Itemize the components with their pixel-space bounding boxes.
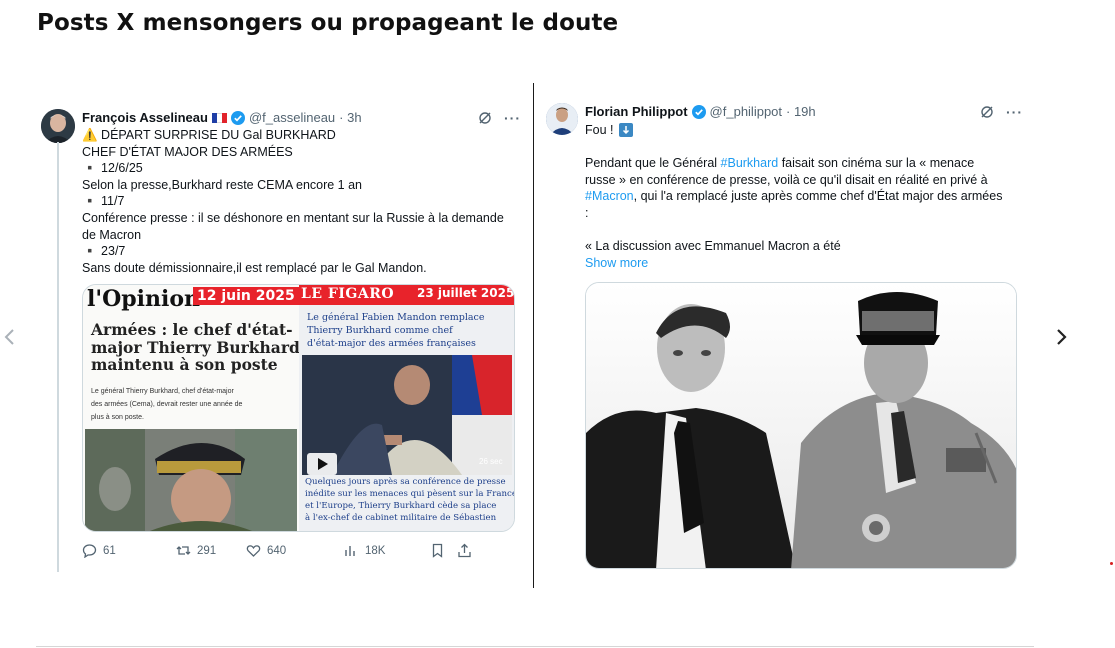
- show-more-link[interactable]: Show more: [585, 255, 1002, 272]
- opinion-article: l'Opinion 12 juin 2025 Armées : le chef …: [83, 285, 300, 531]
- share-icon: [458, 543, 471, 558]
- reply-icon: [82, 544, 97, 558]
- figaro-date: 23 juillet 2025: [417, 286, 515, 300]
- tweet-text-segment: faisait son cinéma sur la « menace: [781, 156, 975, 171]
- arrow-right-down-emoji-icon: [618, 123, 633, 138]
- tweet-line: Sans doute démissionnaire,il est remplac…: [82, 260, 427, 275]
- tweet-text-segment: Pendant que le Général: [585, 156, 718, 171]
- verified-badge-icon: [691, 104, 706, 119]
- more-icon[interactable]: ···: [504, 110, 521, 126]
- more-icon[interactable]: ···: [1006, 104, 1023, 120]
- figaro-headline: Le général Fabien Mandon remplace Thierr…: [307, 312, 485, 349]
- avatar[interactable]: [546, 103, 578, 135]
- figaro-logo: LE FIGARO: [301, 286, 395, 302]
- tweet-line: ▪️ 12/6/25: [82, 161, 143, 176]
- repost-count: 291: [197, 544, 217, 557]
- tweet-actions: 61 291 640 18K: [82, 543, 514, 558]
- play-button[interactable]: [307, 453, 337, 475]
- tweet-line: CHEF D'ÉTAT MAJOR DES ARMÉES: [82, 144, 293, 159]
- verified-badge-icon: [230, 110, 245, 125]
- hashtag-link[interactable]: #Macron: [585, 189, 634, 203]
- post-media[interactable]: l'Opinion 12 juin 2025 Armées : le chef …: [82, 284, 515, 532]
- tweet-line: :: [585, 205, 589, 220]
- author-handle[interactable]: @f_asselineau: [249, 110, 335, 125]
- author-handle[interactable]: @f_philippot: [710, 104, 782, 119]
- hashtag-link[interactable]: #Burkhard: [721, 156, 779, 170]
- author-name[interactable]: François Asselineau: [82, 110, 208, 125]
- heart-icon: [246, 545, 261, 557]
- opinion-subtitle: Le général Thierry Burkhard, chef d'état…: [91, 388, 243, 421]
- reply-count: 61: [103, 544, 116, 557]
- general-photo: [85, 429, 297, 531]
- bookmark-button[interactable]: [430, 543, 445, 558]
- tweet-body: ⚠️ DÉPART SURPRISE DU Gal BURKHARD CHEF …: [82, 127, 504, 276]
- tweet-line: russe » en conférence de presse, voilà c…: [585, 172, 988, 187]
- author-name[interactable]: Florian Philippot: [585, 104, 688, 119]
- chevron-right-icon[interactable]: [1052, 326, 1072, 348]
- thread-line: [57, 142, 59, 572]
- bookmark-icon: [432, 543, 443, 558]
- tweet-line: ▪️ 23/7: [82, 244, 126, 259]
- post-media[interactable]: [585, 282, 1017, 569]
- page-title: Posts X mensongers ou propageant le dout…: [37, 10, 619, 36]
- grok-icon[interactable]: [478, 111, 492, 125]
- like-button[interactable]: 640: [246, 543, 344, 558]
- figaro-article: LE FIGARO 23 juillet 2025 Le général Fab…: [299, 285, 515, 531]
- tweet-quote: « La discussion avec Emmanuel Macron a é…: [585, 239, 841, 254]
- reply-button[interactable]: 61: [82, 543, 154, 558]
- video-duration: 26 sec: [479, 457, 503, 466]
- tweet-body: Fou ! Pendant que le Général #Burkhard f…: [585, 122, 1002, 271]
- macron-burkhard-photo: [586, 283, 1016, 568]
- tweet-line: de Macron: [82, 227, 142, 242]
- marker-dot: [1110, 562, 1113, 565]
- grok-icon[interactable]: [980, 105, 994, 119]
- tweet-first-line: Fou !: [585, 123, 614, 137]
- tweet-line: ⚠️ DÉPART SURPRISE DU Gal BURKHARD: [82, 128, 336, 142]
- repost-icon: [176, 546, 191, 555]
- column-divider: [533, 83, 534, 588]
- opinion-logo: l'Opinion: [87, 286, 201, 312]
- france-flag-icon: [211, 112, 227, 123]
- chevron-left-icon[interactable]: [0, 326, 20, 348]
- tweet-line: Selon la presse,Burkhard reste CEMA enco…: [82, 177, 363, 192]
- views-icon: [345, 546, 355, 556]
- views-count: 18K: [365, 544, 386, 557]
- avatar[interactable]: [41, 109, 75, 143]
- tweet-line: Conférence presse : il se déshonore en m…: [82, 210, 504, 225]
- opinion-headline: Armées : le chef d'état- major Thierry B…: [91, 320, 300, 374]
- figaro-caption: Quelques jours après sa conférence de pr…: [305, 477, 515, 523]
- opinion-date: 12 juin 2025: [193, 287, 299, 305]
- post-time[interactable]: · 19h: [786, 104, 816, 119]
- bottom-divider: [36, 646, 1034, 647]
- tweet-line: ▪️ 11/7: [82, 194, 125, 209]
- tweet-text-segment: , qui l'a remplacé juste après comme che…: [633, 189, 1003, 204]
- like-count: 640: [267, 544, 287, 557]
- post-time[interactable]: · 3h: [339, 110, 361, 125]
- share-button[interactable]: [457, 543, 472, 558]
- views-button[interactable]: 18K: [344, 543, 440, 558]
